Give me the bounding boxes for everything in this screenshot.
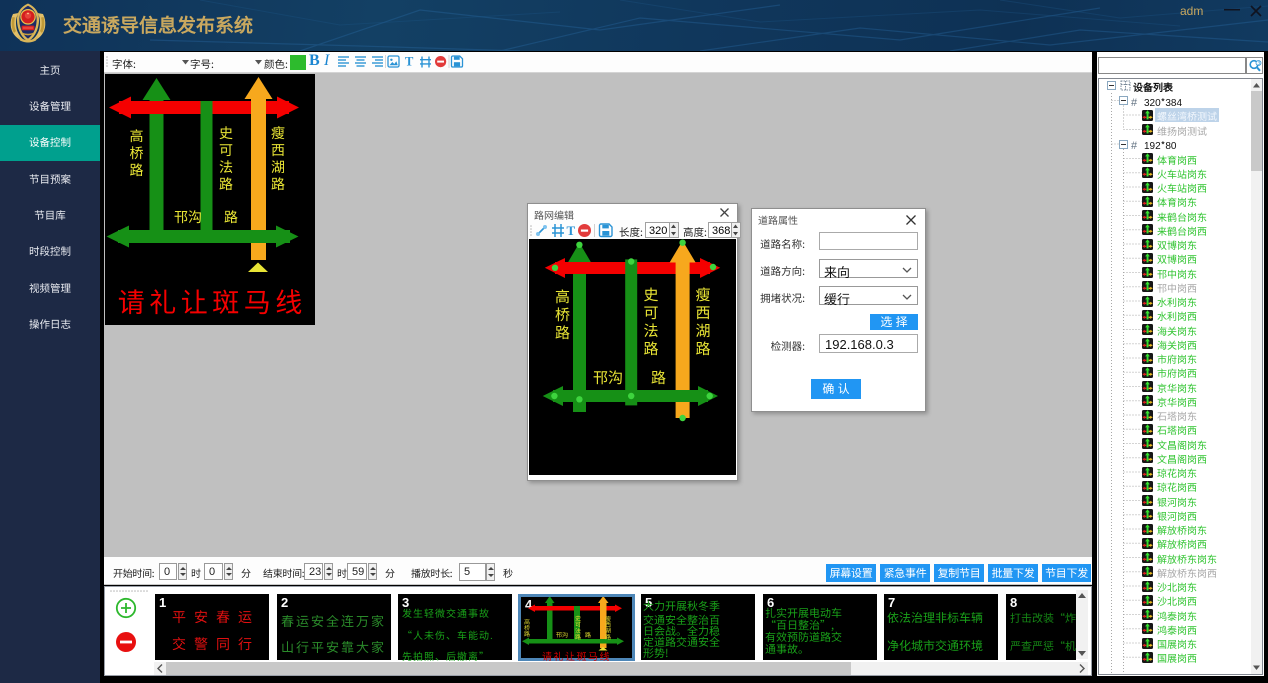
- svg-text:T: T: [405, 55, 414, 69]
- svg-text:3: 3: [1257, 60, 1260, 66]
- svg-text:邗沟: 邗沟: [556, 630, 568, 639]
- svg-text:瘦西湖路: 瘦西湖路: [604, 615, 613, 640]
- svg-text:高桥路: 高桥路: [523, 618, 532, 637]
- svg-text:路: 路: [585, 630, 591, 639]
- svg-text:T: T: [567, 223, 576, 238]
- svg-text:史可法路: 史可法路: [574, 615, 583, 640]
